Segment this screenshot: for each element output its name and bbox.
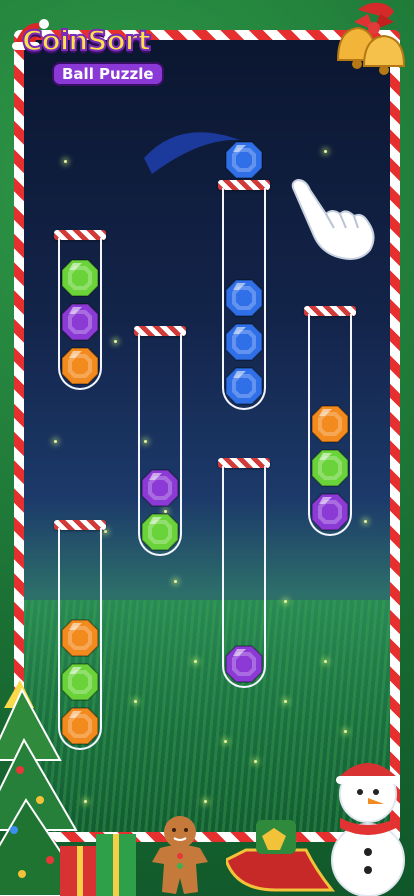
orange-gem [60,346,100,386]
sleigh-icon [226,820,336,892]
firefly [64,160,67,163]
firefly [54,440,57,443]
purple-gem [60,302,100,342]
blue-gem [224,322,264,362]
blue-gem [224,366,264,406]
snowman-icon [331,763,405,896]
green-gem [60,258,100,298]
firefly [204,800,207,803]
purple-gem [224,644,264,684]
firefly [324,660,327,663]
game-logo: CoinSort Ball Puzzle [10,14,180,86]
logo-title: CoinSort [21,23,152,58]
purple-gem [310,492,350,532]
firefly [134,700,137,703]
logo-subtitle: Ball Puzzle [52,62,164,86]
gingerbread-man-icon [152,816,208,894]
pointing-hand-icon [291,178,375,260]
held-gem[interactable] [224,140,264,180]
firefly [114,340,117,343]
firefly [364,520,367,523]
firefly [174,580,177,583]
orange-gem [60,618,100,658]
firefly [104,530,107,533]
orange-gem [310,404,350,444]
green-gem [310,448,350,488]
christmas-bells-icon [336,2,406,75]
firefly [224,740,227,743]
green-gem [140,512,180,552]
firefly [284,600,287,603]
gift-boxes-icon [60,834,136,896]
firefly [344,730,347,733]
purple-gem [140,468,180,508]
firefly [194,660,197,663]
firefly [254,760,257,763]
firefly [324,150,327,153]
firefly [284,700,287,703]
blue-gem [224,278,264,318]
